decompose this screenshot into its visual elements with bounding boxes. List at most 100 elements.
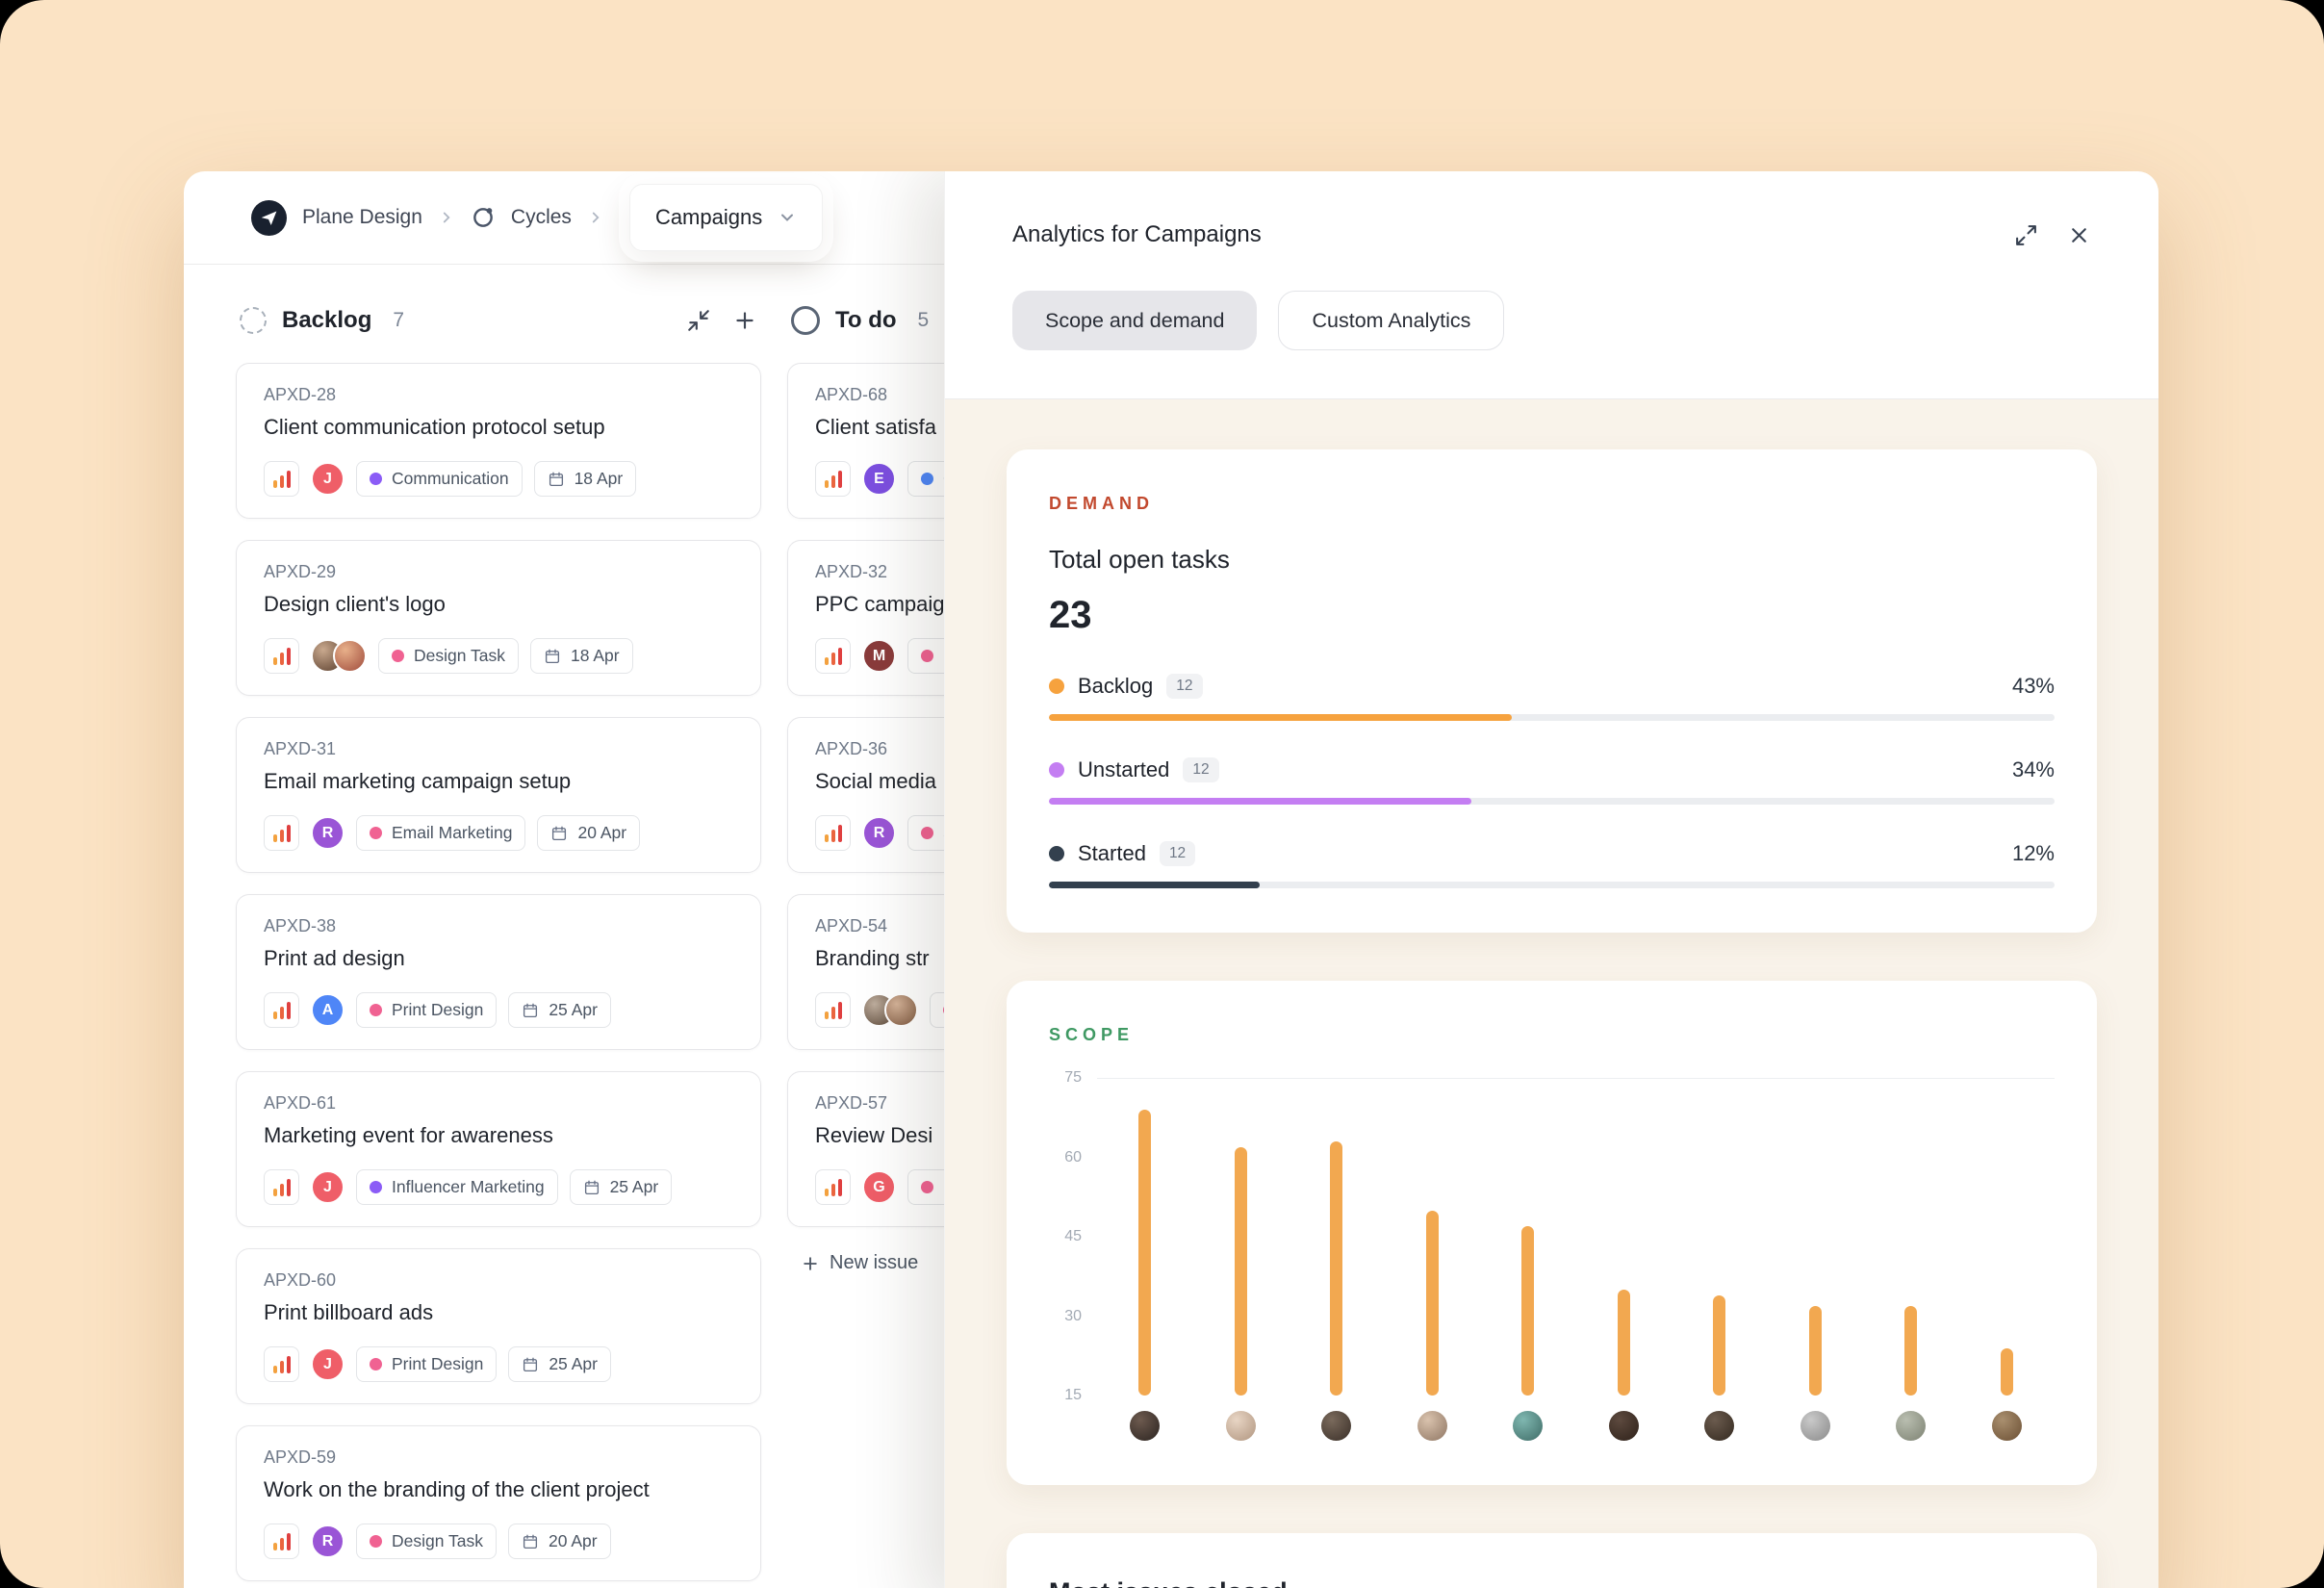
- issue-card[interactable]: APXD-29 Design client's logo: [236, 540, 761, 696]
- label-pill[interactable]: Influencer Marketing: [356, 1169, 558, 1205]
- due-date-pill[interactable]: 18 Apr: [530, 638, 633, 674]
- assignee-avatars[interactable]: G: [862, 1170, 896, 1204]
- priority-icon[interactable]: [815, 461, 851, 497]
- issue-card[interactable]: APXD-60 Print billboard ads J: [236, 1248, 761, 1404]
- issue-id: APXD-38: [264, 916, 733, 936]
- cycle-selector-button[interactable]: Campaigns: [629, 184, 823, 251]
- scope-bar: [1330, 1141, 1342, 1396]
- scope-bar: [1904, 1306, 1917, 1396]
- most-issues-closed-title: Most issues closed: [1049, 1577, 2055, 1588]
- label-pill[interactable]: Design Task: [378, 638, 519, 674]
- column-title: To do: [835, 307, 897, 334]
- column-title: Backlog: [282, 307, 371, 334]
- label-text: Influencer Marketing: [392, 1177, 545, 1197]
- add-issue-button[interactable]: [732, 308, 757, 333]
- label-dot: [921, 473, 933, 485]
- due-date-text: 18 Apr: [571, 646, 620, 666]
- demand-row: Backlog 12 43%: [1049, 674, 2055, 721]
- page-canvas: Plane Design Cycles Campaigns: [0, 0, 2324, 1588]
- priority-icon[interactable]: [815, 992, 851, 1028]
- scope-section-label: SCOPE: [1049, 1025, 2055, 1045]
- total-open-tasks-value: 23: [1049, 594, 2055, 637]
- label-dot: [921, 650, 933, 662]
- assignee-avatars[interactable]: M: [862, 639, 896, 673]
- priority-icon[interactable]: [815, 638, 851, 674]
- priority-icon[interactable]: [815, 815, 851, 851]
- calendar-icon: [522, 1002, 539, 1019]
- progress-fill: [1049, 714, 1512, 721]
- backlog-cards: APXD-28 Client communication protocol se…: [236, 363, 761, 1581]
- assignee-avatars[interactable]: R: [862, 816, 896, 850]
- demand-section-label: DEMAND: [1049, 494, 2055, 514]
- avatar: [1896, 1411, 1926, 1441]
- assignee-avatars[interactable]: R: [311, 816, 345, 850]
- assignee-avatars[interactable]: R: [311, 1524, 345, 1558]
- label-pill[interactable]: Email Marketing: [356, 815, 525, 851]
- avatar: E: [862, 462, 896, 496]
- assignee-avatars[interactable]: A: [311, 993, 345, 1027]
- assignee-avatars[interactable]: J: [311, 1170, 345, 1204]
- issue-id: APXD-31: [264, 739, 733, 759]
- label-dot: [370, 1004, 382, 1016]
- avatar: [333, 639, 367, 673]
- due-date-pill[interactable]: 25 Apr: [570, 1169, 673, 1205]
- scope-y-axis: 7560453015: [1049, 1078, 1097, 1396]
- cycles-icon: [471, 205, 496, 230]
- avatar: [1226, 1411, 1256, 1441]
- assignee-avatars[interactable]: [311, 639, 367, 673]
- analytics-body: DEMAND Total open tasks 23 Backlog 12: [945, 399, 2158, 1588]
- priority-icon[interactable]: [264, 815, 299, 851]
- due-date-pill[interactable]: 18 Apr: [534, 461, 637, 497]
- scope-x-axis: [1097, 1411, 2055, 1441]
- calendar-icon: [544, 648, 561, 665]
- expand-icon[interactable]: [2014, 223, 2038, 247]
- priority-icon[interactable]: [264, 1524, 299, 1559]
- due-date-pill[interactable]: 20 Apr: [537, 815, 640, 851]
- priority-icon[interactable]: [264, 1169, 299, 1205]
- tab-custom-analytics[interactable]: Custom Analytics: [1278, 291, 1504, 350]
- label-text: Print Design: [392, 1354, 483, 1374]
- calendar-icon: [550, 825, 568, 842]
- column-header: Backlog 7: [236, 297, 761, 344]
- state-dot: [1049, 679, 1064, 694]
- priority-icon[interactable]: [264, 461, 299, 497]
- priority-icon[interactable]: [264, 638, 299, 674]
- scope-bar: [2001, 1348, 2013, 1396]
- progress-track: [1049, 882, 2055, 888]
- breadcrumb-cycles[interactable]: Cycles: [511, 206, 572, 229]
- due-date-pill[interactable]: 25 Apr: [508, 992, 611, 1028]
- issue-card[interactable]: APXD-28 Client communication protocol se…: [236, 363, 761, 519]
- issue-card[interactable]: APXD-61 Marketing event for awareness J: [236, 1071, 761, 1227]
- chevron-down-icon: [778, 208, 797, 227]
- collapse-column-button[interactable]: [686, 308, 711, 333]
- analytics-header: Analytics for Campaigns Scope and demand: [945, 171, 2158, 350]
- assignee-avatars[interactable]: J: [311, 462, 345, 496]
- issue-card[interactable]: APXD-31 Email marketing campaign setup R: [236, 717, 761, 873]
- breadcrumb-project[interactable]: Plane Design: [302, 206, 422, 229]
- app-window: Plane Design Cycles Campaigns: [184, 171, 2158, 1588]
- issue-card[interactable]: APXD-38 Print ad design A: [236, 894, 761, 1050]
- due-date-pill[interactable]: 20 Apr: [508, 1524, 611, 1559]
- assignee-avatars[interactable]: [862, 993, 918, 1027]
- label-pill[interactable]: Print Design: [356, 1346, 497, 1382]
- avatar: M: [862, 639, 896, 673]
- y-tick-label: 15: [1064, 1387, 1082, 1404]
- due-date-pill[interactable]: 25 Apr: [508, 1346, 611, 1382]
- issue-card[interactable]: APXD-59 Work on the branding of the clie…: [236, 1425, 761, 1581]
- priority-icon[interactable]: [264, 992, 299, 1028]
- due-date-text: 25 Apr: [549, 1000, 598, 1020]
- label-pill[interactable]: Communication: [356, 461, 523, 497]
- assignee-avatars[interactable]: J: [311, 1347, 345, 1381]
- tab-scope-and-demand[interactable]: Scope and demand: [1012, 291, 1257, 350]
- avatar: [1704, 1411, 1734, 1441]
- close-icon[interactable]: [2067, 223, 2091, 247]
- priority-icon[interactable]: [815, 1169, 851, 1205]
- label-pill[interactable]: Design Task: [356, 1524, 497, 1559]
- demand-card: DEMAND Total open tasks 23 Backlog 12: [1007, 449, 2097, 933]
- priority-icon[interactable]: [264, 1346, 299, 1382]
- assignee-avatars[interactable]: E: [862, 462, 896, 496]
- label-dot: [921, 1181, 933, 1193]
- calendar-icon: [583, 1179, 600, 1196]
- scope-bar: [1235, 1147, 1247, 1396]
- label-pill[interactable]: Print Design: [356, 992, 497, 1028]
